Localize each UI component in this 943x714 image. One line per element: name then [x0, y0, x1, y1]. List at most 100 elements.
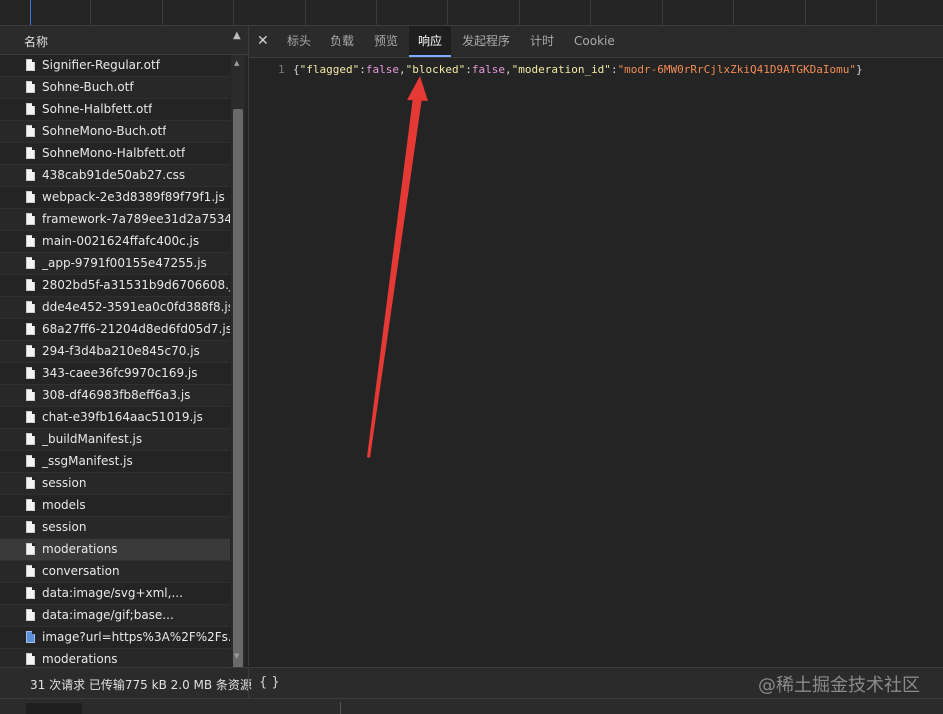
request-list-scrollbar[interactable]: ▲ ▼ — [231, 55, 245, 681]
request-name: Sohne-Buch.otf — [42, 80, 134, 94]
request-name: 343-caee36fc9970c169.js — [42, 366, 198, 380]
request-row[interactable]: 438cab91de50ab27.css — [0, 165, 230, 187]
name-column-header[interactable]: 名称 ▲ — [0, 26, 248, 55]
json-token: : — [359, 63, 366, 76]
json-token: { — [293, 63, 300, 76]
request-row[interactable]: main-0021624ffafc400c.js — [0, 231, 230, 253]
network-waterfall-overview[interactable] — [0, 0, 943, 26]
response-body-viewer[interactable]: 1 {"flagged":false,"blocked":false,"mode… — [249, 58, 943, 666]
response-json-line[interactable]: {"flagged":false,"blocked":false,"modera… — [293, 63, 863, 76]
request-row[interactable]: _buildManifest.js — [0, 429, 230, 451]
watermark: @稀土掘金技术社区 — [758, 675, 920, 696]
waterfall-gridline — [805, 0, 806, 25]
waterfall-gridline — [519, 0, 520, 25]
request-name: webpack-2e3d8389f89f79f1.js — [42, 190, 225, 204]
tab-timing[interactable]: 计时 — [530, 26, 554, 57]
close-icon[interactable]: ✕ — [257, 34, 269, 48]
drawer-active-tab[interactable] — [26, 703, 82, 714]
request-row[interactable]: SohneMono-Halbfett.otf — [0, 143, 230, 165]
waterfall-gridline — [447, 0, 448, 25]
request-name: session — [42, 476, 87, 490]
file-icon — [26, 653, 35, 665]
file-icon — [26, 521, 35, 533]
request-name: _app-9791f00155e47255.js — [42, 256, 207, 270]
waterfall-gridline — [662, 0, 663, 25]
file-icon — [26, 499, 35, 511]
request-row[interactable]: dde4e452-3591ea0c0fd388f8.js — [0, 297, 230, 319]
request-row[interactable]: framework-7a789ee31d2a7534.js — [0, 209, 230, 231]
file-icon — [26, 301, 35, 313]
json-token: "flagged" — [299, 63, 360, 76]
request-name: 68a27ff6-21204d8ed6fd05d7.js — [42, 322, 230, 336]
request-row[interactable]: session — [0, 473, 230, 495]
json-token: false — [365, 63, 399, 76]
request-row[interactable]: data:image/svg+xml,... — [0, 583, 230, 605]
json-token: , — [398, 63, 406, 76]
file-icon — [26, 609, 35, 621]
request-name: main-0021624ffafc400c.js — [42, 234, 200, 248]
file-icon — [26, 543, 35, 555]
request-row[interactable]: 308-df46983fb8eff6a3.js — [0, 385, 230, 407]
scroll-up-icon[interactable]: ▲ — [234, 59, 242, 67]
file-icon — [26, 433, 35, 445]
pretty-print-button[interactable]: { } — [259, 675, 280, 690]
request-row[interactable]: 343-caee36fc9970c169.js — [0, 363, 230, 385]
request-name: SohneMono-Halbfett.otf — [42, 146, 186, 160]
json-token: } — [855, 63, 863, 76]
request-name: dde4e452-3591ea0c0fd388f8.js — [42, 300, 230, 314]
tab-response[interactable]: 响应 — [409, 26, 452, 57]
request-row[interactable]: 2802bd5f-a31531b9d6706608.js — [0, 275, 230, 297]
request-summary: 31 次请求 已传输775 kB 2.0 MB 条资源 — [30, 678, 252, 692]
image-file-icon — [26, 631, 35, 643]
request-name: Signifier-Regular.otf — [42, 58, 160, 72]
request-name: models — [42, 498, 86, 512]
request-row[interactable]: Sohne-Halbfett.otf — [0, 99, 230, 121]
request-name: session — [42, 520, 87, 534]
scroll-down-icon[interactable]: ▼ — [234, 652, 242, 660]
file-icon — [26, 235, 35, 247]
json-token: false — [471, 63, 505, 76]
request-name: _buildManifest.js — [42, 432, 143, 446]
request-row[interactable]: models — [0, 495, 230, 517]
request-name: 2802bd5f-a31531b9d6706608.js — [42, 278, 230, 292]
request-name: image?url=https%3A%2F%2Fs.grav... — [42, 630, 230, 644]
file-icon — [26, 565, 35, 577]
tab-preview[interactable]: 预览 — [374, 26, 398, 57]
tab-payload[interactable]: 负载 — [330, 26, 354, 57]
request-name: 294-f3d4ba210e845c70.js — [42, 344, 200, 358]
request-row[interactable]: _app-9791f00155e47255.js — [0, 253, 230, 275]
request-row[interactable]: session — [0, 517, 230, 539]
json-token: "modr-6MW0rRrCjlxZkiQ41D9ATGKDaIomu" — [617, 63, 856, 76]
tab-cookie[interactable]: Cookie — [574, 26, 615, 57]
request-name: data:image/gif;base... — [42, 608, 174, 622]
file-icon — [26, 411, 35, 423]
file-icon — [26, 147, 35, 159]
request-row[interactable]: _ssgManifest.js — [0, 451, 230, 473]
request-name: SohneMono-Buch.otf — [42, 124, 167, 138]
request-row[interactable]: 68a27ff6-21204d8ed6fd05d7.js — [0, 319, 230, 341]
waterfall-gridline — [376, 0, 377, 25]
request-list-pane: 名称 ▲ Signifier-Regular.otf Sohne-Buch.otf… — [0, 26, 249, 693]
request-row[interactable]: chat-e39fb164aac51019.js — [0, 407, 230, 429]
file-icon — [26, 367, 35, 379]
request-row[interactable]: webpack-2e3d8389f89f79f1.js — [0, 187, 230, 209]
request-row[interactable]: SohneMono-Buch.otf — [0, 121, 230, 143]
waterfall-marker — [30, 0, 31, 25]
request-row[interactable]: 294-f3d4ba210e845c70.js — [0, 341, 230, 363]
sort-ascending-icon[interactable]: ▲ — [233, 30, 241, 41]
waterfall-gridline — [305, 0, 306, 25]
file-icon — [26, 213, 35, 225]
request-row[interactable]: image?url=https%3A%2F%2Fs.grav... — [0, 627, 230, 649]
file-icon — [26, 103, 35, 115]
request-row[interactable]: data:image/gif;base... — [0, 605, 230, 627]
request-row[interactable]: Sohne-Buch.otf — [0, 77, 230, 99]
request-row[interactable]: moderations — [0, 539, 230, 561]
file-icon — [26, 257, 35, 269]
request-row[interactable]: Signifier-Regular.otf — [0, 55, 230, 77]
tab-initiator[interactable]: 发起程序 — [462, 26, 510, 57]
request-rows: Signifier-Regular.otf Sohne-Buch.otf Sohne… — [0, 55, 230, 693]
scrollbar-thumb[interactable] — [233, 109, 243, 681]
request-name: moderations — [42, 542, 118, 556]
request-row[interactable]: conversation — [0, 561, 230, 583]
tab-headers[interactable]: 标头 — [287, 26, 311, 57]
